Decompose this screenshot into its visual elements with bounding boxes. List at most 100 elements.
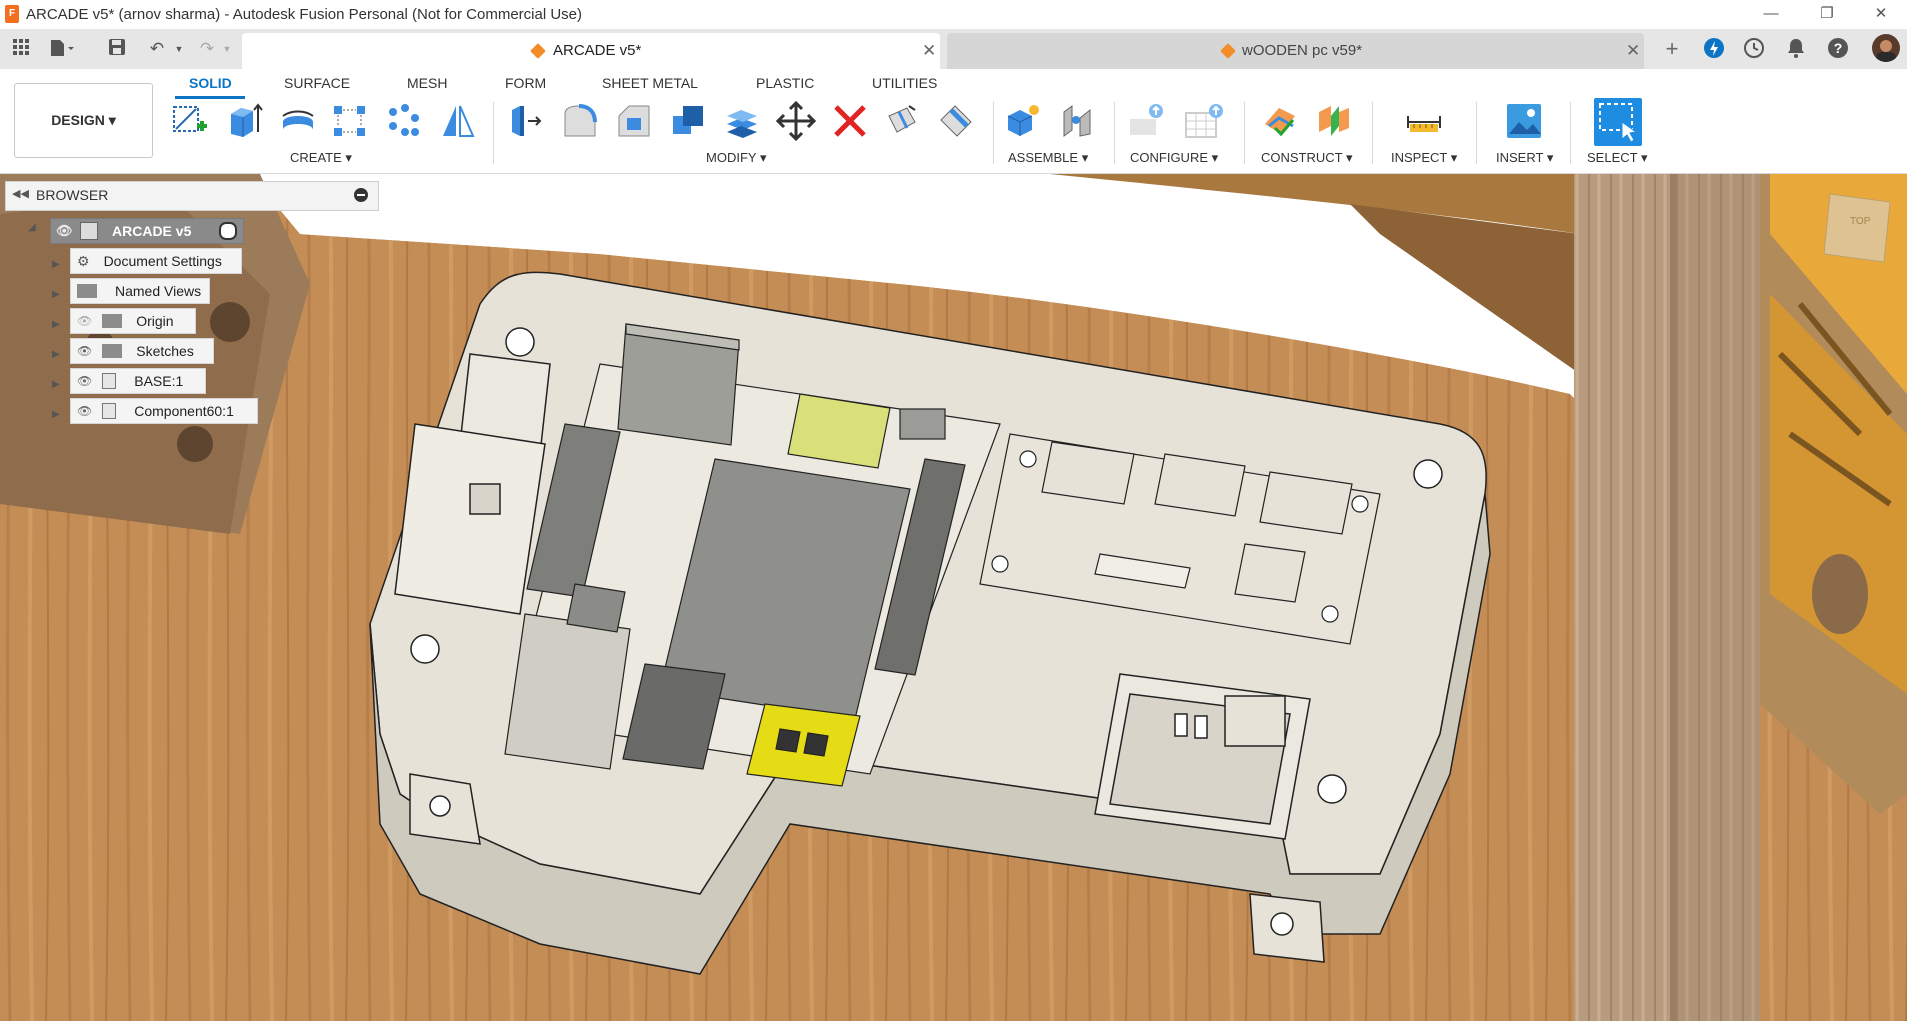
construct-menu[interactable]: CONSTRUCT ▾ <box>1261 150 1353 166</box>
folder-icon <box>102 344 123 358</box>
browser-item-sketches[interactable]: 👁 Sketches <box>70 338 214 364</box>
window-title: ARCADE v5* (arnov sharma) - Autodesk Fus… <box>26 6 583 23</box>
construct-label: CONSTRUCT <box>1261 150 1343 165</box>
file-menu-icon[interactable] <box>48 38 74 60</box>
tab-plastic[interactable]: PLASTIC <box>756 75 814 91</box>
activate-radio-icon[interactable] <box>219 222 237 240</box>
browser-item-origin[interactable]: 👁 Origin <box>70 308 196 334</box>
eye-icon[interactable]: 👁 <box>77 344 92 358</box>
measure-icon[interactable] <box>1404 100 1444 142</box>
eye-icon[interactable]: 👁 <box>77 374 92 388</box>
browser-root-node[interactable]: 👁 ARCADE v5 <box>50 218 244 244</box>
rectangular-pattern-icon[interactable] <box>330 100 370 142</box>
create-menu[interactable]: CREATE ▾ <box>290 150 352 166</box>
undo-dropdown-icon[interactable]: ▼ <box>168 38 190 60</box>
new-tab-icon[interactable]: + <box>1660 37 1684 61</box>
plane-at-angle-icon[interactable] <box>1314 100 1354 142</box>
tab-wooden-pc[interactable]: wOODEN pc v59* ✕ <box>947 33 1644 69</box>
combine-icon[interactable] <box>668 100 708 142</box>
split-face-icon[interactable] <box>882 100 922 142</box>
configure-label: CONFIGURE <box>1130 150 1208 165</box>
redo-icon[interactable]: ↷ <box>196 38 218 60</box>
browser-item-base[interactable]: 👁 BASE:1 <box>70 368 206 394</box>
tab-utilities[interactable]: UTILITIES <box>872 75 937 91</box>
revolve-icon[interactable] <box>278 100 318 142</box>
browser-panel-header[interactable]: ◀◀ BROWSER <box>5 181 379 211</box>
press-pull-icon[interactable] <box>505 100 545 142</box>
assemble-menu[interactable]: ASSEMBLE ▾ <box>1008 150 1088 166</box>
mirror-icon[interactable] <box>438 100 478 142</box>
expand-arrow-icon[interactable]: ▶ <box>52 344 60 362</box>
chamfer-icon[interactable] <box>614 100 654 142</box>
history-clock-icon[interactable] <box>1742 37 1766 61</box>
redo-dropdown-icon[interactable]: ▼ <box>216 38 238 60</box>
expand-root-icon[interactable]: ◢ <box>28 222 36 233</box>
active-tab-indicator <box>175 96 245 99</box>
workspace-switcher-button[interactable]: DESIGN ▾ <box>14 83 153 158</box>
expand-arrow-icon[interactable]: ▶ <box>52 284 60 302</box>
eye-icon[interactable]: 👁 <box>77 404 92 418</box>
eye-icon[interactable]: 👁 <box>56 223 73 239</box>
component-icon <box>102 403 117 419</box>
user-avatar[interactable] <box>1872 34 1900 62</box>
eye-hidden-icon[interactable]: 👁 <box>77 314 92 328</box>
select-menu[interactable]: SELECT ▾ <box>1587 150 1647 166</box>
expand-arrow-icon[interactable]: ▶ <box>52 374 60 392</box>
joint-icon[interactable] <box>1057 100 1097 142</box>
tab-sheet-metal[interactable]: SHEET METAL <box>602 75 698 91</box>
browser-item-label: Sketches <box>136 343 194 359</box>
expand-arrow-icon[interactable]: ▶ <box>52 254 60 272</box>
pattern-on-path-icon[interactable] <box>384 100 424 142</box>
notifications-bell-icon[interactable] <box>1784 37 1808 61</box>
tab-solid[interactable]: SOLID <box>189 75 232 91</box>
move-copy-icon[interactable] <box>776 100 816 142</box>
close-tab-icon[interactable]: ✕ <box>922 41 936 61</box>
select-tool-button[interactable] <box>1594 98 1642 146</box>
expand-arrow-icon[interactable]: ▶ <box>52 314 60 332</box>
delete-icon[interactable] <box>830 100 870 142</box>
minimize-icon[interactable]: — <box>1756 4 1786 24</box>
3d-model-canvas[interactable]: TOP <box>0 174 1907 1021</box>
browser-minimize-icon[interactable] <box>354 188 368 202</box>
modify-menu[interactable]: MODIFY ▾ <box>706 150 766 166</box>
configure-design-icon[interactable] <box>1128 100 1168 142</box>
toolbar-separator <box>493 102 494 164</box>
offset-plane-icon[interactable] <box>1260 100 1300 142</box>
design-cube-icon <box>530 43 546 59</box>
tab-form[interactable]: FORM <box>505 75 546 91</box>
new-component-icon[interactable] <box>1003 100 1043 142</box>
save-icon[interactable] <box>106 38 128 60</box>
canvas-viewport[interactable]: TOP <box>0 174 1907 1021</box>
close-window-icon[interactable]: ✕ <box>1866 4 1896 24</box>
apps-grid-icon[interactable] <box>10 38 32 60</box>
undo-icon[interactable]: ↶ <box>146 38 168 60</box>
insert-image-icon[interactable] <box>1504 100 1544 142</box>
toolbar-separator <box>993 102 994 164</box>
tab-mesh[interactable]: MESH <box>407 75 447 91</box>
expand-arrow-icon[interactable]: ▶ <box>52 404 60 422</box>
app-logo: F <box>5 5 19 23</box>
split-body-icon[interactable] <box>936 100 976 142</box>
help-icon[interactable]: ? <box>1826 37 1850 61</box>
toolbar-separator <box>1114 102 1115 164</box>
create-sketch-icon[interactable] <box>170 100 210 142</box>
offset-face-icon[interactable] <box>722 100 762 142</box>
fillet-icon[interactable] <box>560 100 600 142</box>
insert-menu[interactable]: INSERT ▾ <box>1496 150 1553 166</box>
collapse-browser-icon[interactable]: ◀◀ <box>12 187 29 200</box>
browser-item-named-views[interactable]: Named Views <box>70 278 210 304</box>
toolbar-separator <box>1476 102 1477 164</box>
extrude-icon[interactable] <box>224 100 264 142</box>
configuration-table-icon[interactable] <box>1184 100 1224 142</box>
configure-menu[interactable]: CONFIGURE ▾ <box>1130 150 1218 166</box>
restore-icon[interactable]: ❐ <box>1812 4 1842 24</box>
job-status-icon[interactable] <box>1702 37 1726 61</box>
browser-item-component60[interactable]: 👁 Component60:1 <box>70 398 258 424</box>
close-tab-icon[interactable]: ✕ <box>1626 41 1640 61</box>
tab-label: ARCADE v5* <box>553 42 642 59</box>
view-cube: TOP <box>1823 193 1891 263</box>
inspect-menu[interactable]: INSPECT ▾ <box>1391 150 1457 166</box>
browser-item-document-settings[interactable]: ⚙ Document Settings <box>70 248 242 274</box>
tab-surface[interactable]: SURFACE <box>284 75 350 91</box>
tab-arcade-v5[interactable]: ARCADE v5* ✕ <box>242 33 940 69</box>
